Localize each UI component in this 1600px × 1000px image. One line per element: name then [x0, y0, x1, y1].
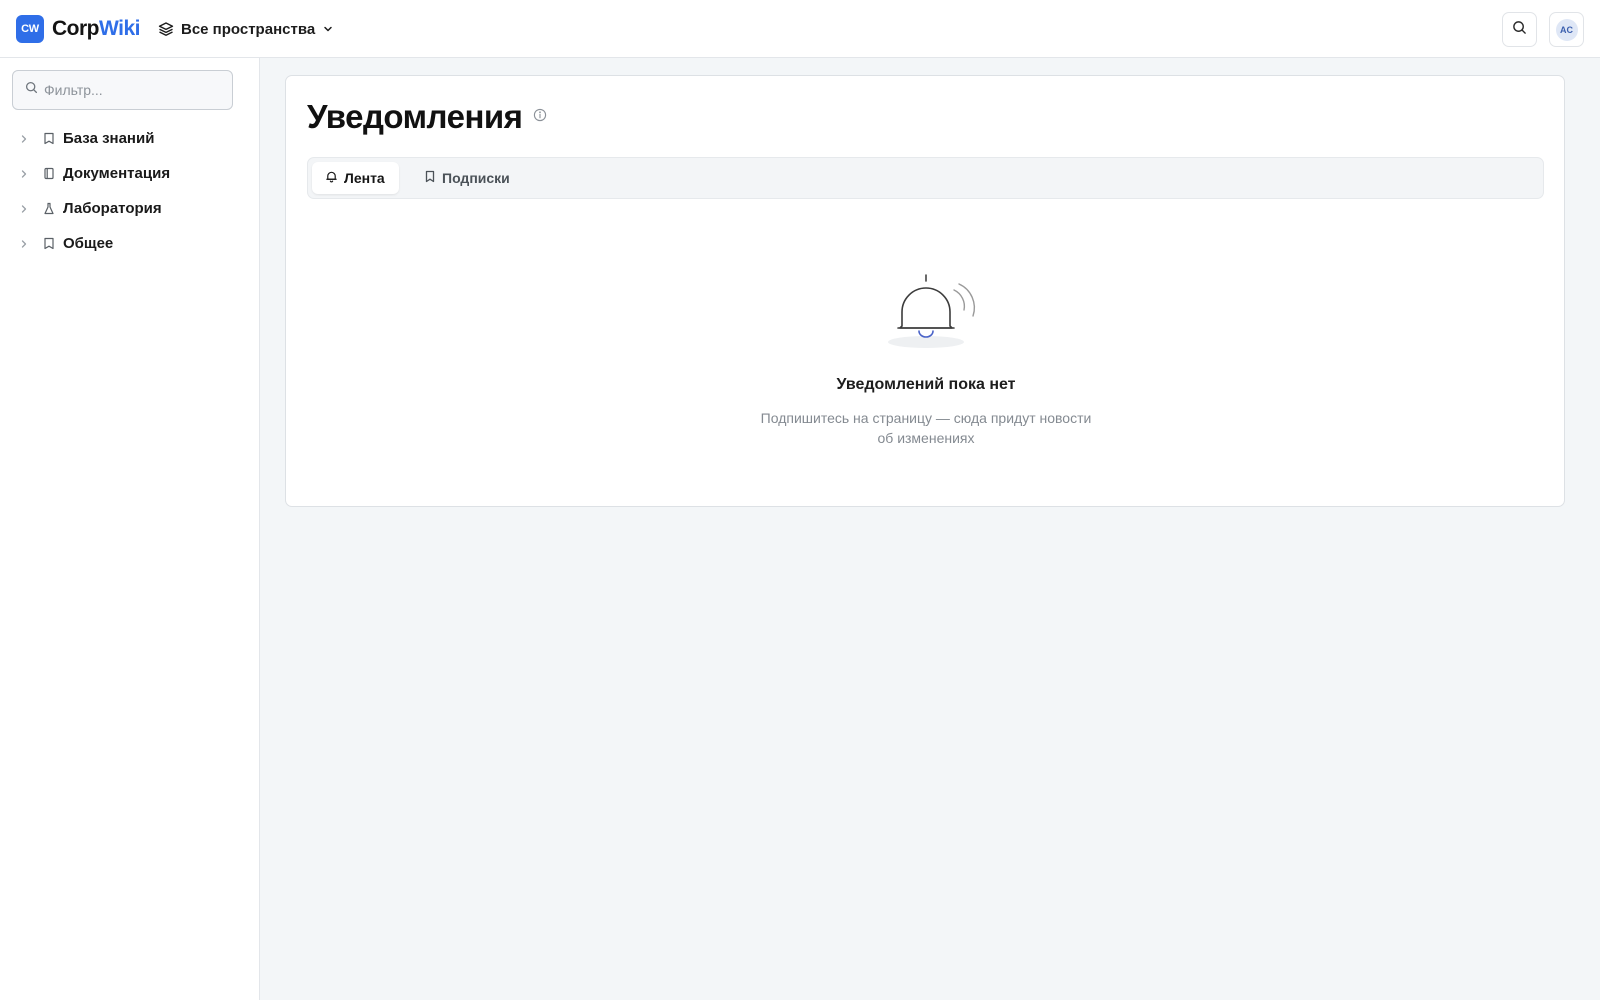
- filter-field[interactable]: [12, 70, 233, 110]
- bell-icon: [325, 170, 338, 186]
- space-tree: База знаний Документация Лаборатория Общ…: [0, 121, 260, 261]
- chevron-right-icon[interactable]: [20, 239, 30, 249]
- tab-subscriptions[interactable]: Подписки: [411, 162, 523, 194]
- tab-bar: Лента Подписки: [307, 157, 1544, 199]
- search-icon: [25, 81, 38, 99]
- tab-label: Лента: [344, 170, 385, 186]
- title-row: Уведомления: [307, 98, 547, 136]
- logo-text-part1: Corp: [52, 17, 100, 40]
- book-icon: [43, 237, 57, 250]
- empty-state: Уведомлений пока нет Подпишитесь на стра…: [286, 272, 1566, 448]
- sidebar-item-label: База знаний: [63, 130, 155, 147]
- tab-label: Подписки: [442, 170, 510, 186]
- empty-state-subtitle: Подпишитесь на страницу — сюда придут но…: [760, 410, 1092, 446]
- top-bar: CW CorpWiki Все пространства AC: [0, 0, 1600, 58]
- search-icon: [1512, 20, 1527, 40]
- logo-text[interactable]: CorpWiki: [52, 16, 140, 42]
- page-title: Уведомления: [307, 98, 523, 135]
- filter-input[interactable]: [44, 82, 214, 98]
- search-button[interactable]: [1502, 12, 1537, 47]
- info-icon[interactable]: [533, 108, 547, 127]
- sidebar-item-label: Лаборатория: [63, 200, 162, 217]
- tab-feed[interactable]: Лента: [312, 162, 399, 194]
- sidebar-item-documentation[interactable]: Документация: [0, 156, 260, 191]
- avatar: AC: [1555, 18, 1578, 41]
- sidebar-item-label: Документация: [63, 165, 171, 182]
- chevron-right-icon[interactable]: [20, 169, 30, 179]
- book-icon: [43, 132, 57, 145]
- space-switcher[interactable]: Все пространства: [158, 17, 334, 41]
- flask-icon: [43, 202, 57, 215]
- empty-state-title: Уведомлений пока нет: [836, 376, 1016, 393]
- sidebar-item-knowledge-base[interactable]: База знаний: [0, 121, 260, 156]
- bell-illustration-icon: [286, 272, 1566, 352]
- user-menu-button[interactable]: AC: [1549, 12, 1584, 47]
- chevron-down-icon: [322, 23, 334, 35]
- sidebar-item-label: Общее: [63, 235, 114, 252]
- sidebar-item-laboratory[interactable]: Лаборатория: [0, 191, 260, 226]
- logo-badge[interactable]: CW: [16, 15, 44, 43]
- sidebar-item-general[interactable]: Общее: [0, 226, 260, 261]
- chevron-right-icon[interactable]: [20, 134, 30, 144]
- sidebar: База знаний Документация Лаборатория: [0, 58, 260, 1000]
- notebook-icon: [43, 167, 57, 180]
- chevron-right-icon[interactable]: [20, 204, 30, 214]
- logo-text-part2: Wiki: [99, 17, 140, 40]
- space-switcher-label: Все пространства: [181, 20, 316, 38]
- notifications-card: Уведомления Лента Подписки Уведомлений п…: [285, 75, 1565, 507]
- layers-icon: [158, 21, 174, 37]
- bookmark-icon: [424, 170, 436, 186]
